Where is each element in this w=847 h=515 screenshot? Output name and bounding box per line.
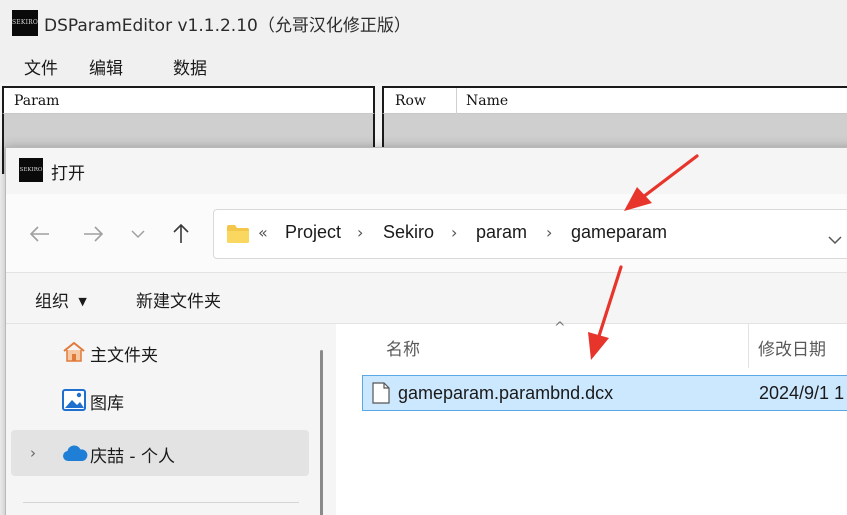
dialog-app-icon: SEKIRO — [19, 158, 43, 182]
nav-item-label: 主文件夹 — [90, 346, 158, 366]
dialog-titlebar: SEKIRO 打开 — [6, 148, 847, 194]
arrow-up-icon — [173, 224, 189, 243]
column-header-row[interactable]: Row — [395, 93, 426, 109]
nav-item-home[interactable]: 主文件夹 — [11, 329, 309, 375]
chevron-down-icon — [131, 229, 145, 238]
breadcrumb-project[interactable]: Project — [285, 222, 341, 243]
chevron-right-icon[interactable]: › — [30, 444, 36, 462]
file-list: ^ 名称 修改日期 gameparam.parambnd.dcx 2024/9/… — [336, 320, 847, 515]
nav-divider — [23, 502, 299, 503]
sort-ascending-icon: ^ — [554, 320, 566, 336]
app-title: DSParamEditor v1.1.2.10（允哥汉化修正版） — [44, 16, 411, 36]
column-header-modified[interactable]: 修改日期 — [758, 335, 826, 360]
dialog-title: 打开 — [51, 164, 85, 184]
param-list-header: Param — [2, 86, 375, 114]
breadcrumb-gameparam[interactable]: gameparam — [571, 222, 667, 243]
app-titlebar: SEKIRO DSParamEditor v1.1.2.10（允哥汉化修正版） — [0, 0, 847, 45]
menubar: 文件 编辑 数据 — [0, 45, 847, 83]
file-modified-date: 2024/9/1 1 — [759, 383, 845, 403]
file-name: gameparam.parambnd.dcx — [398, 383, 614, 403]
navigation-scrollbar[interactable] — [320, 350, 323, 515]
nav-item-onedrive[interactable]: › 庆喆 - 个人 — [11, 430, 309, 476]
breadcrumb-separator[interactable]: › — [546, 223, 552, 242]
column-divider[interactable] — [748, 324, 749, 368]
navigation-pane: 主文件夹 图库 › 庆喆 - 个人 — [6, 324, 336, 515]
address-bar[interactable]: « Project › Sekiro › param › gameparam — [213, 209, 847, 259]
home-icon — [62, 341, 86, 367]
open-file-dialog: SEKIRO 打开 « Project › Sekiro › param › g… — [5, 147, 847, 515]
command-bar: 组织 ▼ 新建文件夹 — [6, 272, 847, 324]
breadcrumb-sekiro[interactable]: Sekiro — [383, 222, 434, 243]
arrow-right-icon — [84, 226, 103, 242]
address-dropdown-icon[interactable] — [828, 230, 842, 249]
forward-button[interactable] — [79, 220, 107, 248]
nav-item-label: 图库 — [90, 394, 124, 414]
breadcrumb-separator[interactable]: › — [451, 223, 457, 242]
organize-label: 组织 — [35, 292, 69, 312]
nav-item-label: 庆喆 - 个人 — [90, 447, 175, 467]
menu-edit[interactable]: 编辑 — [89, 54, 123, 79]
document-icon — [372, 382, 390, 408]
folder-icon — [226, 224, 250, 248]
organize-button[interactable]: 组织 ▼ — [35, 287, 87, 312]
column-header-name[interactable]: Name — [466, 93, 508, 109]
new-folder-button[interactable]: 新建文件夹 — [136, 287, 221, 312]
menu-file[interactable]: 文件 — [24, 54, 58, 79]
gallery-icon — [62, 389, 86, 415]
dialog-navbar: « Project › Sekiro › param › gameparam — [6, 194, 847, 272]
arrow-left-icon — [30, 226, 49, 242]
file-list-header: ^ 名称 修改日期 — [336, 320, 847, 368]
caret-down-icon: ▼ — [78, 295, 87, 308]
recent-locations-button[interactable] — [124, 220, 152, 248]
menu-data[interactable]: 数据 — [173, 54, 207, 79]
file-row[interactable]: gameparam.parambnd.dcx 2024/9/1 1 — [362, 375, 847, 411]
back-button[interactable] — [26, 220, 54, 248]
breadcrumb-separator[interactable]: › — [357, 223, 363, 242]
nav-item-gallery[interactable]: 图库 — [11, 377, 309, 423]
column-header-file-name[interactable]: 名称 — [386, 335, 420, 360]
up-button[interactable] — [167, 220, 195, 248]
column-divider[interactable] — [456, 88, 457, 115]
breadcrumb-param[interactable]: param — [476, 222, 527, 243]
column-header-param[interactable]: Param — [14, 93, 59, 109]
row-list-header: Row Name — [382, 86, 847, 115]
breadcrumb-overflow[interactable]: « — [258, 223, 268, 242]
onedrive-cloud-icon — [62, 444, 88, 466]
app-icon: SEKIRO — [12, 10, 38, 36]
